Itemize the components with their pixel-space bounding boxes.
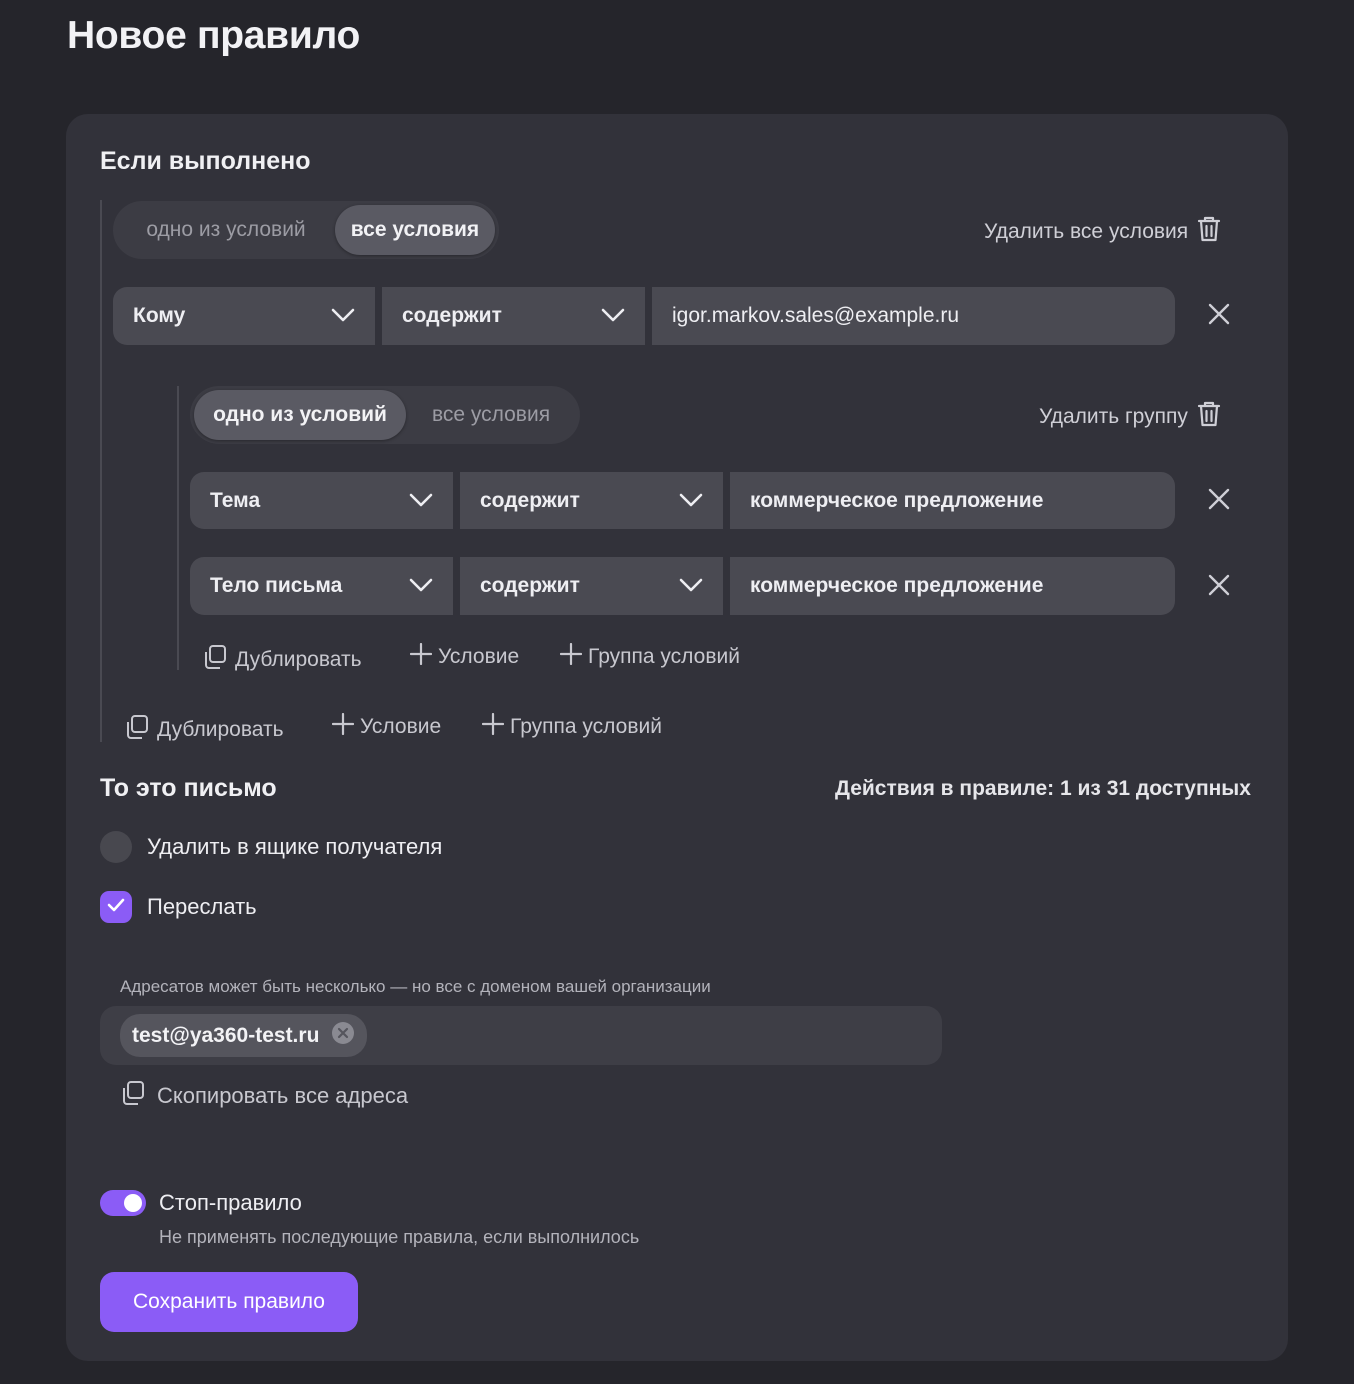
- recipient-chip: test@ya360-test.ru: [120, 1014, 368, 1057]
- save-rule-button[interactable]: Сохранить правило: [100, 1272, 358, 1332]
- copy-icon: [123, 713, 151, 747]
- group-add-condition-label: Условие: [438, 645, 520, 668]
- chevron-down-icon: [409, 574, 433, 598]
- group-condition-operator-value: содержит: [480, 574, 580, 597]
- group-condition-value-input[interactable]: коммерческое предложение: [730, 557, 1175, 615]
- trash-icon: [1196, 214, 1222, 250]
- chevron-down-icon: [679, 489, 703, 513]
- close-icon: [1208, 303, 1230, 330]
- forward-label: Переслать: [147, 894, 257, 919]
- close-icon: [1208, 488, 1230, 515]
- group-add-group-button[interactable]: Группа условий: [559, 642, 740, 671]
- group-condition-field-select[interactable]: Тело письма: [190, 557, 453, 615]
- chevron-down-icon: [409, 489, 433, 513]
- close-icon: [1208, 574, 1230, 601]
- group-condition-field-select[interactable]: Тема: [190, 472, 453, 529]
- add-condition-label: Условие: [360, 715, 442, 738]
- duplicate-button[interactable]: Дублировать: [123, 713, 284, 747]
- stop-rule-toggle[interactable]: [100, 1190, 146, 1216]
- actions-heading: То это письмо: [100, 774, 277, 802]
- group-add-condition-button[interactable]: Условие: [409, 642, 520, 671]
- mode-any-option[interactable]: одно из условий: [117, 205, 335, 255]
- chip-remove-icon[interactable]: [331, 1021, 355, 1051]
- actions-counter: Действия в правиле: 1 из 31 доступных: [835, 777, 1251, 800]
- mode-all-option[interactable]: все условия: [335, 205, 495, 255]
- add-group-button[interactable]: Группа условий: [481, 712, 662, 741]
- recipient-chip-label: test@ya360-test.ru: [132, 1023, 320, 1047]
- page-title: Новое правило: [67, 14, 360, 57]
- conditions-mode-switch: одно из условий все условия: [113, 201, 499, 259]
- chevron-down-icon: [331, 304, 355, 328]
- delete-all-conditions-label: Удалить все условия: [984, 220, 1189, 243]
- remove-condition-button[interactable]: [1205, 302, 1233, 330]
- copy-icon: [201, 643, 229, 677]
- group-condition-operator-select[interactable]: содержит: [460, 472, 723, 529]
- condition-field-value: Кому: [133, 304, 186, 327]
- plus-icon: [409, 642, 433, 671]
- delete-all-conditions-button[interactable]: Удалить все условия: [984, 214, 1222, 250]
- group-add-group-label: Группа условий: [588, 645, 740, 668]
- remove-group-condition-button[interactable]: [1205, 573, 1233, 601]
- trash-icon: [1196, 399, 1222, 435]
- group-mode-switch: одно из условий все условия: [190, 386, 580, 444]
- delete-group-button[interactable]: Удалить группу: [1039, 399, 1222, 435]
- group-duplicate-button[interactable]: Дублировать: [201, 643, 362, 677]
- group-condition-value-text: коммерческое предложение: [750, 488, 1044, 512]
- group-condition-value-input[interactable]: коммерческое предложение: [730, 472, 1175, 529]
- group-tree-line: [177, 386, 179, 670]
- group-condition-field-value: Тело письма: [210, 574, 343, 597]
- delete-group-label: Удалить группу: [1039, 405, 1188, 428]
- condition-operator-select[interactable]: содержит: [382, 287, 645, 345]
- plus-icon: [481, 712, 505, 741]
- forward-checkbox[interactable]: [100, 891, 132, 923]
- check-icon: [107, 898, 125, 917]
- plus-icon: [559, 642, 583, 671]
- duplicate-label: Дублировать: [157, 718, 284, 741]
- condition-operator-value: содержит: [402, 304, 502, 327]
- group-condition-field-value: Тема: [210, 488, 261, 512]
- group-condition-operator-select[interactable]: содержит: [460, 557, 723, 615]
- chevron-down-icon: [601, 304, 625, 328]
- stop-rule-label: Стоп-правило: [159, 1190, 302, 1215]
- stop-rule-description: Не применять последующие правила, если в…: [159, 1227, 640, 1247]
- copy-icon: [119, 1079, 147, 1113]
- group-condition-value-text: коммерческое предложение: [750, 574, 1044, 597]
- forward-hint: Адресатов может быть несколько — но все …: [120, 977, 711, 996]
- group-mode-all-option[interactable]: все условия: [406, 390, 576, 440]
- delete-in-recipient-label: Удалить в ящике получателя: [147, 834, 443, 859]
- copy-all-addresses-label: Скопировать все адреса: [157, 1083, 409, 1108]
- group-duplicate-label: Дублировать: [235, 648, 362, 671]
- condition-field-select[interactable]: Кому: [113, 287, 375, 345]
- conditions-tree-line: [100, 200, 102, 742]
- add-group-label: Группа условий: [510, 715, 662, 738]
- plus-icon: [331, 712, 355, 741]
- copy-all-addresses-button[interactable]: Скопировать все адреса: [119, 1079, 408, 1113]
- chevron-down-icon: [679, 574, 703, 598]
- remove-group-condition-button[interactable]: [1205, 487, 1233, 515]
- condition-value-text: igor.markov.sales@example.ru: [672, 304, 960, 327]
- add-condition-button[interactable]: Условие: [331, 712, 442, 741]
- condition-value-input[interactable]: igor.markov.sales@example.ru: [652, 287, 1175, 345]
- conditions-heading: Если выполнено: [100, 147, 311, 175]
- delete-in-recipient-checkbox[interactable]: [100, 831, 132, 863]
- group-mode-any-option[interactable]: одно из условий: [194, 390, 406, 440]
- group-condition-operator-value: содержит: [480, 488, 580, 512]
